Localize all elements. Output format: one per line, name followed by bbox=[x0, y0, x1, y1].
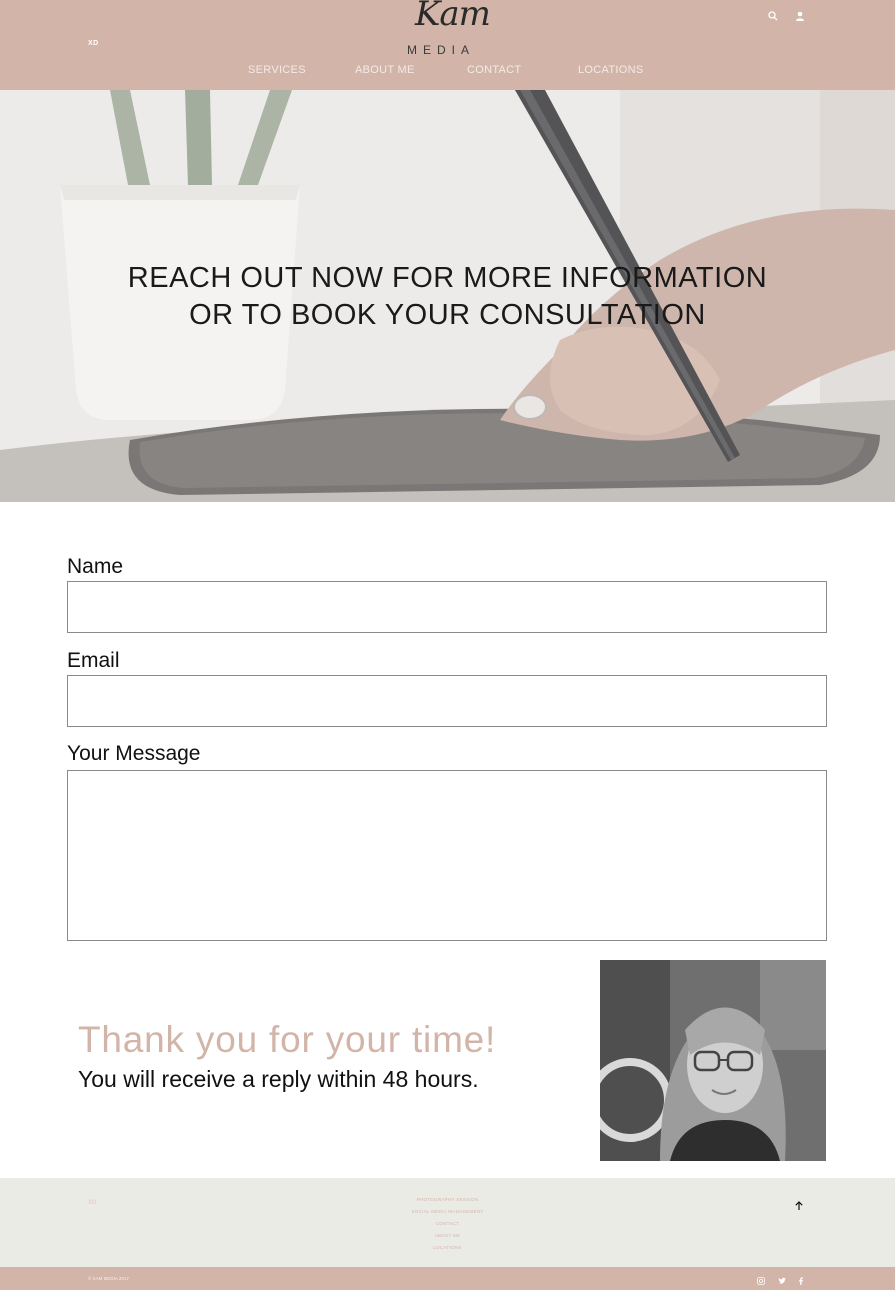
email-field[interactable] bbox=[67, 675, 827, 727]
thank-you-section: Thank you for your time! You will receiv… bbox=[78, 1018, 578, 1094]
message-label: Your Message bbox=[67, 742, 201, 765]
footer-link-photography[interactable]: PHOTOGRAPHY SESSION bbox=[0, 1196, 895, 1208]
nav-locations[interactable]: LOCATIONS bbox=[578, 64, 643, 76]
footer-link-social-media[interactable]: SOCIAL MEDIA MANAGEMENT bbox=[0, 1208, 895, 1220]
logo-wordmark: MEDIA bbox=[407, 43, 476, 57]
hero-line-1: REACH OUT NOW FOR MORE INFORMATION bbox=[127, 262, 768, 294]
copyright-text: © KAM MEDIA 2017 bbox=[88, 1276, 129, 1281]
nav-contact[interactable]: CONTACT bbox=[467, 64, 521, 76]
footer-links: PHOTOGRAPHY SESSION SOCIAL MEDIA MANAGEM… bbox=[0, 1196, 895, 1256]
user-icon[interactable] bbox=[794, 9, 806, 21]
footer-link-about-me[interactable]: ABOUT ME bbox=[0, 1232, 895, 1244]
footer-link-contact[interactable]: CONTACT bbox=[0, 1220, 895, 1232]
email-label: Email bbox=[67, 649, 120, 672]
search-icon[interactable] bbox=[767, 9, 779, 21]
brand-logo[interactable]: Kam MEDIA bbox=[395, 0, 495, 58]
footer-link-locations[interactable]: LOCATIONS bbox=[0, 1244, 895, 1256]
site-header: XD Kam MEDIA SERVICES ABOUT ME CONTACT L… bbox=[0, 0, 895, 90]
bottom-bar: © KAM MEDIA 2017 bbox=[0, 1267, 895, 1290]
logo-script: Kam bbox=[415, 0, 491, 34]
main-nav: SERVICES ABOUT ME CONTACT LOCATIONS bbox=[0, 64, 895, 80]
hero-banner: REACH OUT NOW FOR MORE INFORMATION OR TO… bbox=[0, 90, 895, 502]
name-field[interactable] bbox=[67, 581, 827, 633]
profile-photo bbox=[600, 960, 826, 1161]
site-footer: XD PHOTOGRAPHY SESSION SOCIAL MEDIA MANA… bbox=[0, 1178, 895, 1267]
thank-you-title: Thank you for your time! bbox=[78, 1019, 497, 1060]
nav-about-me[interactable]: ABOUT ME bbox=[355, 64, 415, 76]
arrow-up-icon[interactable] bbox=[793, 1199, 805, 1211]
message-field[interactable] bbox=[67, 770, 827, 941]
twitter-icon[interactable] bbox=[777, 1273, 787, 1284]
name-label: Name bbox=[67, 555, 124, 578]
facebook-icon[interactable] bbox=[796, 1273, 806, 1285]
instagram-icon[interactable] bbox=[756, 1273, 766, 1285]
hero-heading: REACH OUT NOW FOR MORE INFORMATION OR TO… bbox=[0, 260, 895, 334]
nav-services[interactable]: SERVICES bbox=[248, 64, 306, 76]
hero-line-2: OR TO BOOK YOUR CONSULTATION bbox=[189, 299, 706, 331]
header-badge: XD bbox=[88, 40, 99, 47]
thank-you-subtitle: You will receive a reply within 48 hours… bbox=[78, 1066, 479, 1092]
